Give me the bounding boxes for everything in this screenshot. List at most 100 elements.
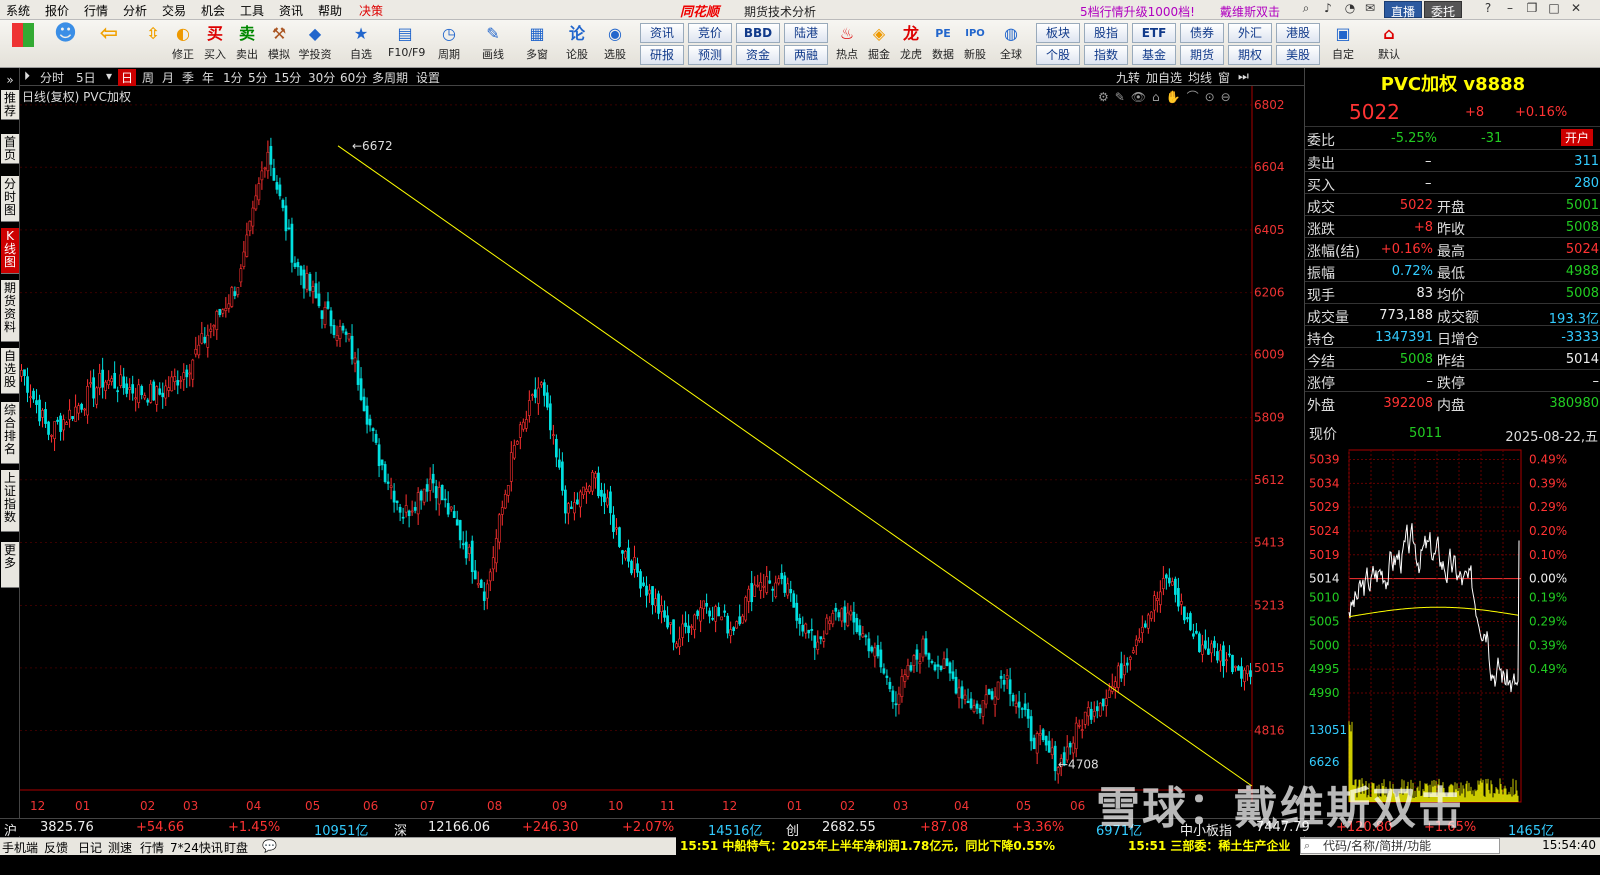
mail-icon[interactable]: ✉ [1360,1,1380,18]
back-button[interactable]: ⇦ [92,22,126,66]
ma-button[interactable]: 均线 [1188,69,1212,86]
menu-news[interactable]: 资讯 [279,2,303,19]
news-item-1[interactable]: 15:51 中船特气：2025年上半年净利润1.78亿元，同比下降0.55% [680,837,1055,855]
margin-button[interactable]: 两融 [784,45,828,65]
period-week[interactable]: 周 [142,69,154,86]
multiwindow-button[interactable]: ▦ 多窗 [520,22,554,66]
bbd-button[interactable]: BBD [736,23,780,43]
buy-button[interactable]: 买买入 [198,22,232,66]
period-quarter[interactable]: 季 [182,69,194,86]
period-year[interactable]: 年 [202,69,214,86]
stock-button[interactable]: 个股 [1036,45,1080,65]
us-stock-button[interactable]: 美股 [1276,45,1320,65]
expand-icon[interactable]: ⏭ [1238,69,1249,84]
tab-futures-info[interactable]: 期货资料 [1,280,19,342]
diary-link[interactable]: 日记 [78,839,102,856]
news-button[interactable]: 资讯 [640,23,684,43]
simulate-button[interactable]: ⚒ 模拟 [262,22,296,66]
feedback-link[interactable]: 反馈 [44,839,68,856]
news-item-2[interactable]: 15:51 三部委：稀土生产企业 [1128,837,1290,855]
market-link[interactable]: 行情 [140,839,164,856]
etf-button[interactable]: ETF [1132,23,1176,43]
period-1min[interactable]: 1分 [223,69,243,86]
watchlist-button[interactable]: ★ 自选 [344,22,378,66]
promo-link[interactable]: 5档行情升级1000档! [1080,3,1195,20]
index-button[interactable]: 指数 [1084,45,1128,65]
learn-button[interactable]: ◆ 学投资 [298,22,332,66]
sz-index[interactable]: 12166.06 [428,820,490,835]
robot-button[interactable]: ☻ [48,22,82,66]
forecast-button[interactable]: 预测 [688,45,732,65]
dropdown-icon[interactable]: ▾ [106,69,112,83]
tab-watchlist[interactable]: 自选股 [1,348,19,394]
data-button[interactable]: PE 数据 [926,22,960,66]
live-button[interactable]: 直播 [1384,1,1423,19]
default-button[interactable]: ⌂ 默认 [1372,22,1406,66]
fund-button[interactable]: 基金 [1132,45,1176,65]
chart-tools[interactable]: ⚙✎👁⌂✋⌒⊙⊖ [1098,88,1237,105]
user-name[interactable]: 戴维斯双击 [1220,3,1280,20]
f10-button[interactable]: ▤ F10/F9 [388,22,425,66]
screener-button[interactable]: ◉ 选股 [598,22,632,66]
dig-button[interactable]: ◈ 掘金 [862,22,896,66]
hk-stock-button[interactable]: 港股 [1276,23,1320,43]
tab-home[interactable]: 首页 [1,134,19,164]
tab-sh-index[interactable]: 上证指数 [1,470,19,532]
menu-tools[interactable]: 工具 [240,2,264,19]
period-multi[interactable]: 多周期 [372,69,408,86]
forum-button[interactable]: 论论股 [560,22,594,66]
research-button[interactable]: 研报 [640,45,684,65]
menu-quote[interactable]: 报价 [45,2,69,19]
chat-icon[interactable]: 💬 [262,839,277,853]
menu-decision[interactable]: 决策 [359,2,383,19]
updown-button[interactable]: ⇳ [136,22,170,66]
period-60min[interactable]: 60分 [340,69,367,86]
global-button[interactable]: ◍ 全球 [994,22,1028,66]
hk-connect-button[interactable]: 陆港 [784,23,828,43]
options-button[interactable]: 期权 [1228,45,1272,65]
layout-button[interactable] [6,22,40,66]
settings-button[interactable]: 设置 [416,69,440,86]
sector-button[interactable]: 板块 [1036,23,1080,43]
menu-system[interactable]: 系统 [6,2,30,19]
menu-analysis[interactable]: 分析 [123,2,147,19]
mobile-link[interactable]: 手机端 [2,839,38,856]
tab-ranking[interactable]: 综合排名 [1,402,19,464]
draw-button[interactable]: ✎ 画线 [476,22,510,66]
minimize-icon[interactable]: – [1500,1,1520,18]
notice-icon[interactable]: ◔ [1340,1,1360,18]
tab-more[interactable]: 更多 [1,542,19,588]
ipo-button[interactable]: IPO 新股 [958,22,992,66]
collapse-icon[interactable]: » [1,72,19,88]
help-icon[interactable]: ? [1478,1,1498,18]
dragon-button[interactable]: 龙龙虎 [894,22,928,66]
tab-kline[interactable]: K线图 [1,228,19,274]
fund-flow-button[interactable]: 资金 [736,45,780,65]
index-future-button[interactable]: 股指 [1084,23,1128,43]
menu-help[interactable]: 帮助 [318,2,342,19]
auction-button[interactable]: 竞价 [688,23,732,43]
kline-chart[interactable]: 6802 6604 6405 6206 6009 5809 5612 5413 5213 5015… [20,86,1304,818]
watch-link[interactable]: 盯盘 [224,839,248,856]
period-5min[interactable]: 5分 [248,69,268,86]
news-ticker[interactable]: 15:51 中船特气：2025年上半年净利润1.78亿元，同比下降0.55% 1… [676,837,1300,855]
cy-index[interactable]: 2682.55 [822,820,876,835]
intraday-mini-chart[interactable]: 5039 0.49% 5034 0.39% 5029 0.29% 5024 0.20% 5019… [1305,446,1600,806]
search-icon[interactable]: ⌕ [1296,1,1316,18]
tab-intraday[interactable]: 分时图 [1,176,19,222]
bell-icon[interactable]: ♪ [1318,1,1338,18]
add-watch-button[interactable]: 加自选 [1146,69,1182,86]
maximize-icon[interactable]: □ [1544,1,1564,18]
close-icon[interactable]: ✕ [1566,1,1586,18]
sh-index[interactable]: 3825.76 [40,820,94,835]
search-input[interactable]: 代码/名称/简拼/功能 [1300,838,1500,854]
speedtest-link[interactable]: 测速 [108,839,132,856]
menu-market[interactable]: 行情 [84,2,108,19]
period-day[interactable]: 日 [118,69,137,86]
period-5day[interactable]: 5日 [76,69,96,86]
hot-button[interactable]: ♨ 热点 [830,22,864,66]
sell-button[interactable]: 卖卖出 [230,22,264,66]
restore-icon[interactable]: ❐ [1522,1,1542,18]
play-icon[interactable]: ⏵ [24,69,30,84]
window-button[interactable]: 窗 [1218,69,1230,86]
